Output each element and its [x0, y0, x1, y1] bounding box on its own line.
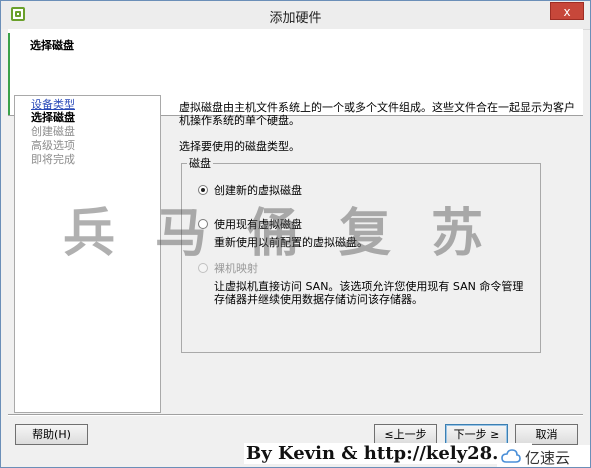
- next-button[interactable]: 下一步 ≥: [445, 424, 508, 445]
- add-hardware-dialog: 添加硬件 x 选择磁盘 设备类型 选择磁盘 创建磁盘 高级选项 即将完成 虚拟磁…: [0, 0, 591, 468]
- disk-description: 虚拟磁盘由主机文件系统上的一个或多个文件组成。这些文件合在一起显示为客户机操作系…: [179, 101, 575, 127]
- window-title: 添加硬件: [269, 11, 322, 26]
- author-credit: By Kevin & http://kely28.blo: [244, 443, 532, 464]
- step-ready-to-complete: 即将完成: [31, 153, 75, 166]
- option-label[interactable]: 使用现有虚拟磁盘: [214, 218, 302, 231]
- option-label: 裸机映射: [214, 262, 258, 275]
- main-content: 虚拟磁盘由主机文件系统上的一个或多个文件组成。这些文件合在一起显示为客户机操作系…: [161, 95, 590, 413]
- left-frame: [1, 29, 8, 467]
- disk-groupbox: 磁盘 创建新的虚拟磁盘 使用现有虚拟磁盘 重新使用以前配置的虚拟磁盘。 裸机映射…: [181, 157, 541, 353]
- option-description: 重新使用以前配置的虚拟磁盘。: [214, 236, 368, 249]
- page-title: 选择磁盘: [30, 39, 74, 52]
- disk-type-prompt: 选择要使用的磁盘类型。: [179, 140, 300, 153]
- footer-separator: [8, 414, 583, 416]
- help-button[interactable]: 帮助(H): [15, 424, 88, 445]
- option-label[interactable]: 创建新的虚拟磁盘: [214, 184, 302, 197]
- radio-create-new-disk[interactable]: [198, 185, 208, 195]
- radio-use-existing-disk[interactable]: [198, 219, 208, 229]
- wizard-steps-pane: 设备类型 选择磁盘 创建磁盘 高级选项 即将完成: [14, 95, 161, 413]
- step-create-disk: 创建磁盘: [31, 125, 75, 138]
- radio-raw-device-mapping: [198, 263, 208, 273]
- back-button[interactable]: ≤上一步: [374, 424, 437, 445]
- disk-group-label: 磁盘: [187, 157, 213, 170]
- brand-name: 亿速云: [525, 449, 571, 467]
- step-select-disk: 选择磁盘: [31, 111, 75, 124]
- title-bar: 添加硬件 x: [1, 1, 590, 30]
- brand-logo: 亿速云: [497, 445, 590, 467]
- cancel-button[interactable]: 取消: [515, 424, 578, 445]
- step-advanced-options: 高级选项: [31, 139, 75, 152]
- option-description: 让虚拟机直接访问 SAN。该选项允许您使用现有 SAN 命令管理存储器并继续使用…: [214, 280, 524, 306]
- cloud-icon: [501, 449, 521, 463]
- step-device-type[interactable]: 设备类型: [31, 98, 75, 111]
- header-accent-bar: [8, 33, 10, 115]
- close-button[interactable]: x: [550, 2, 584, 20]
